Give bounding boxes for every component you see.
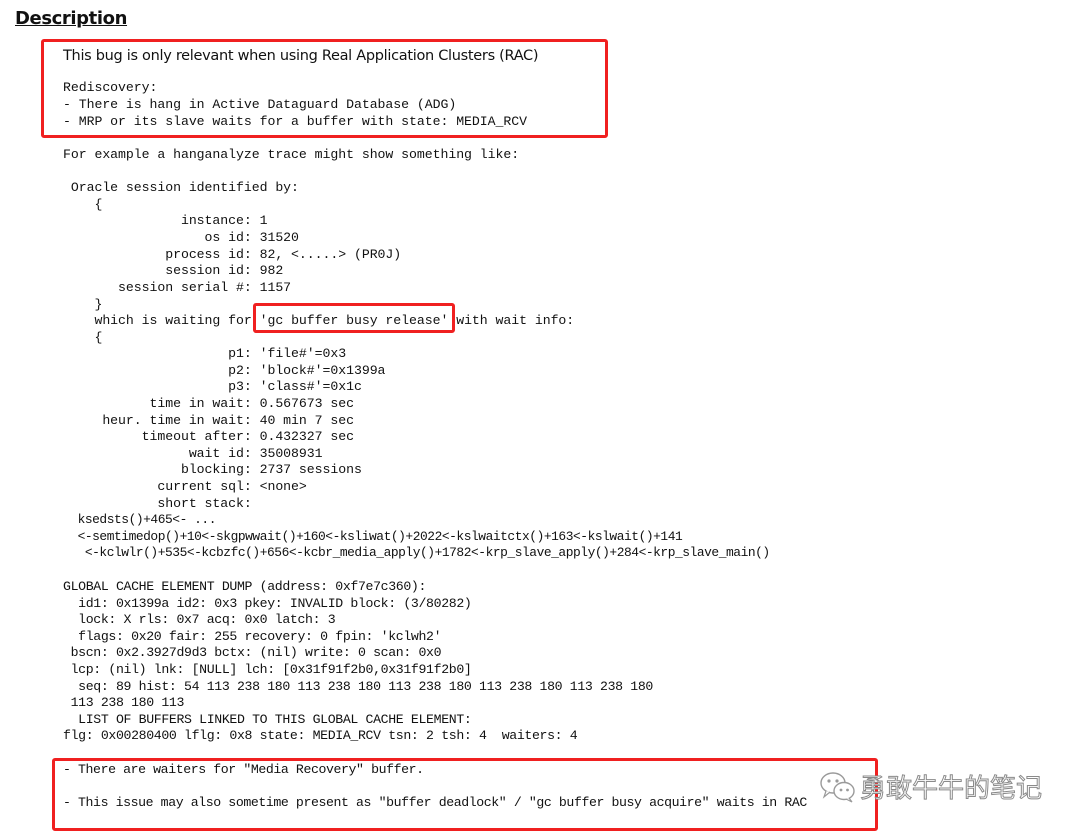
gc-dump-line: flg: 0x00280400 lflg: 0x8 state: MEDIA_R… — [63, 728, 578, 743]
trace-wait-field: p2: 'block#'=0x1399a — [63, 363, 386, 378]
highlight-box-wait-event — [253, 303, 455, 333]
trace-session-field: session id: 982 — [63, 263, 284, 278]
note-item: - This issue may also sometime present a… — [63, 795, 807, 810]
trace-session-field: instance: 1 — [63, 213, 268, 228]
rediscovery-item: - MRP or its slave waits for a buffer wi… — [63, 114, 527, 129]
trace-session-field: process id: 82, <.....> (PR0J) — [63, 247, 402, 262]
note-item: - There are waiters for "Media Recovery"… — [63, 762, 424, 777]
trace-wait-field: time in wait: 0.567673 sec — [63, 396, 355, 411]
gc-dump-line: bscn: 0x2.3927d9d3 bctx: (nil) write: 0 … — [63, 645, 442, 660]
trace-brace: { — [63, 330, 103, 345]
waiting-prefix: which is waiting for — [63, 313, 260, 328]
trace-wait-field: heur. time in wait: 40 min 7 sec — [63, 413, 354, 428]
trace-wait-field: blocking: 2737 sessions — [63, 462, 362, 477]
section-heading: Description — [15, 8, 128, 29]
example-intro: For example a hanganalyze trace might sh… — [63, 147, 520, 162]
gc-dump-line: flags: 0x20 fair: 255 recovery: 0 fpin: … — [63, 629, 442, 644]
trace-wait-field: short stack: — [63, 496, 252, 511]
trace-brace: { — [63, 197, 103, 212]
rediscovery-label: Rediscovery: — [63, 80, 158, 95]
trace-stack-line: <-kclwlr()+535<-kcbzfc()+656<-kcbr_media… — [63, 545, 770, 560]
trace-wait-field: p3: 'class#'=0x1c — [63, 379, 362, 394]
gc-dump-line: seq: 89 hist: 54 113 238 180 113 238 180… — [63, 679, 653, 694]
gc-dump-line: id1: 0x1399a id2: 0x3 pkey: INVALID bloc… — [63, 596, 472, 611]
wechat-icon — [820, 771, 855, 803]
waiting-suffix: with wait info: — [448, 313, 575, 328]
trace-wait-field: current sql: <none> — [63, 479, 307, 494]
trace-brace: } — [63, 297, 103, 312]
watermark-text: 勇敢牛牛的笔记 — [859, 774, 1043, 805]
trace-stack-line: <-semtimedop()+10<-skgpwwait()+160<-ksli… — [63, 529, 683, 544]
gc-dump-line: lcp: (nil) lnk: [NULL] lch: [0x31f91f2b0… — [63, 662, 472, 677]
gc-dump-line: 113 238 180 113 — [63, 695, 185, 710]
gc-dump-line: lock: X rls: 0x7 acq: 0x0 latch: 3 — [63, 612, 336, 627]
trace-session-header: Oracle session identified by: — [63, 180, 299, 195]
gc-dump-line: LIST OF BUFFERS LINKED TO THIS GLOBAL CA… — [63, 712, 472, 727]
gc-dump-line: GLOBAL CACHE ELEMENT DUMP (address: 0xf7… — [63, 579, 427, 594]
trace-stack-line: ksedsts()+465<- ... — [63, 512, 217, 527]
trace-wait-field: wait id: 35008931 — [63, 446, 323, 461]
watermark: 勇敢牛牛的笔记 — [818, 768, 1043, 805]
rediscovery-item: - There is hang in Active Dataguard Data… — [63, 97, 457, 112]
relevance-note: This bug is only relevant when using Rea… — [63, 48, 539, 64]
trace-session-field: session serial #: 1157 — [63, 280, 292, 295]
trace-wait-field: timeout after: 0.432327 sec — [63, 429, 354, 444]
trace-wait-field: p1: 'file#'=0x3 — [63, 346, 347, 361]
trace-session-field: os id: 31520 — [63, 230, 299, 245]
